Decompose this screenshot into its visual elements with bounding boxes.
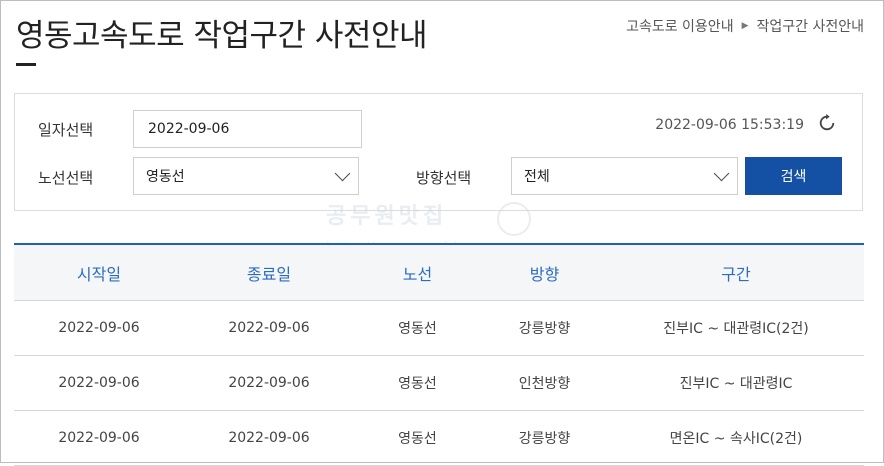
cell-start-date: 2022-09-06: [14, 300, 184, 356]
cell-end-date: 2022-09-06: [184, 355, 354, 411]
search-filter-panel: 일자선택 2022-09-06 2022-09-06 15:53:19 노선선택…: [14, 93, 863, 211]
route-select[interactable]: 영동선: [133, 157, 359, 195]
cell-section: 진부IC ~ 대관령IC(2건): [608, 300, 864, 356]
route-label: 노선선택: [38, 169, 94, 187]
date-input[interactable]: 2022-09-06: [133, 110, 362, 148]
col-header-route: 노선: [354, 244, 481, 301]
page-title: 영동고속도로 작업구간 사전안내: [16, 18, 428, 54]
cell-end-date: 2022-09-06: [184, 410, 354, 466]
watermark-text: 공무원맛집: [326, 204, 448, 229]
direction-label: 방향선택: [416, 169, 472, 187]
chevron-down-icon: [713, 165, 730, 181]
search-button[interactable]: 검색: [745, 157, 842, 195]
cell-route: 영동선: [354, 410, 481, 466]
col-header-section: 구간: [608, 244, 864, 301]
direction-select[interactable]: 전체: [511, 157, 738, 195]
chevron-down-icon: [334, 165, 351, 181]
cell-direction: 강릉방향: [481, 300, 608, 356]
table-row: 2022-09-06 2022-09-06 영동선 강릉방향 진부IC ~ 대관…: [14, 300, 864, 356]
breadcrumb-item-current[interactable]: 작업구간 사전안내: [757, 16, 865, 36]
breadcrumb: 고속도로 이용안내 ▶ 작업구간 사전안내: [626, 16, 864, 36]
caret-right-icon: ▶: [741, 21, 749, 31]
cell-start-date: 2022-09-06: [14, 355, 184, 411]
cell-direction: 인천방향: [481, 355, 608, 411]
refresh-icon[interactable]: [818, 114, 836, 132]
date-label: 일자선택: [38, 121, 94, 139]
watermark-logo-icon: [497, 202, 531, 236]
cell-route: 영동선: [354, 355, 481, 411]
cell-section: 진부IC ~ 대관령IC: [608, 355, 864, 411]
col-header-direction: 방향: [481, 244, 608, 301]
table-row: 2022-09-06 2022-09-06 영동선 인천방향 진부IC ~ 대관…: [14, 355, 864, 411]
cell-route: 영동선: [354, 300, 481, 356]
date-value: 2022-09-06: [148, 121, 230, 137]
work-zone-table: 시작일 종료일 노선 방향 구간 2022-09-06 2022-09-06 영…: [14, 243, 864, 466]
cell-start-date: 2022-09-06: [14, 410, 184, 466]
direction-value: 전체: [524, 169, 550, 185]
col-header-start-date: 시작일: [14, 244, 184, 301]
breadcrumb-item-usage[interactable]: 고속도로 이용안내: [626, 16, 734, 36]
last-updated-time: 2022-09-06 15:53:19: [655, 117, 804, 133]
col-header-end-date: 종료일: [184, 244, 354, 301]
cell-end-date: 2022-09-06: [184, 300, 354, 356]
cell-section: 면온IC ~ 속사IC(2건): [608, 410, 864, 466]
cell-direction: 강릉방향: [481, 410, 608, 466]
table-header-row: 시작일 종료일 노선 방향 구간: [14, 244, 864, 301]
route-value: 영동선: [146, 169, 185, 185]
title-underline: [16, 63, 36, 66]
table-row: 2022-09-06 2022-09-06 영동선 강릉방향 면온IC ~ 속사…: [14, 410, 864, 466]
